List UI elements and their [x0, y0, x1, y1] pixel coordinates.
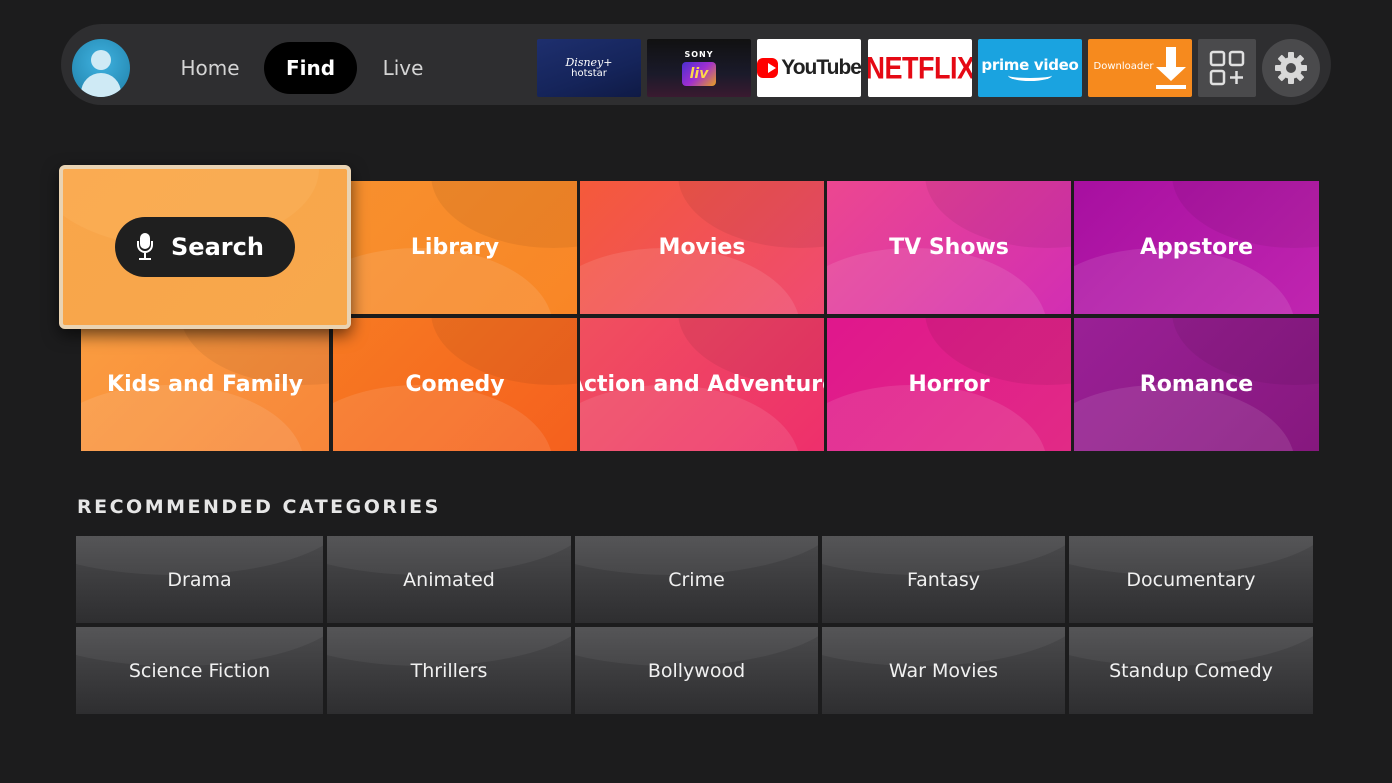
microphone-icon [137, 233, 153, 261]
sonyliv-logo-liv: liv [682, 62, 716, 86]
category-action-and-adventure[interactable]: Action and Adventure [580, 318, 824, 451]
recommended-heading: RECOMMENDED CATEGORIES [77, 496, 441, 518]
category-label: Library [410, 235, 500, 260]
youtube-play-icon [757, 58, 779, 78]
recommended-item-documentary[interactable]: Documentary [1069, 536, 1313, 623]
category-horror[interactable]: Horror [827, 318, 1071, 451]
category-label: Comedy [405, 372, 505, 397]
category-movies[interactable]: Movies [580, 181, 824, 314]
all-apps-button[interactable] [1198, 39, 1256, 97]
category-romance[interactable]: Romance [1074, 318, 1319, 451]
app-prime-video[interactable]: prime video [978, 39, 1082, 97]
app-sonyliv[interactable]: SONY liv [647, 39, 751, 97]
gear-icon [1275, 52, 1307, 84]
recommended-label: Fantasy [906, 568, 981, 591]
downloader-logo-text: Downloader [1093, 60, 1154, 72]
recommended-label: Documentary [1126, 568, 1256, 591]
category-library[interactable]: Library [333, 181, 577, 314]
recommended-item-fantasy[interactable]: Fantasy [822, 536, 1065, 623]
profile-avatar[interactable] [72, 39, 130, 97]
category-label: TV Shows [889, 235, 1009, 260]
youtube-logo-text: YouTube [781, 56, 861, 79]
hotstar-logo-line1: Disney+ [565, 55, 613, 69]
apps-grid-icon [1209, 50, 1245, 86]
recommended-item-standup-comedy[interactable]: Standup Comedy [1069, 627, 1313, 714]
category-label: Horror [908, 372, 990, 397]
recommended-label: Crime [668, 568, 725, 591]
search-tile[interactable]: Search [59, 165, 351, 329]
category-label: Action and Adventure [580, 372, 824, 397]
category-tv-shows[interactable]: TV Shows [827, 181, 1071, 314]
app-disney-hotstar[interactable]: Disney+ hotstar [537, 39, 641, 97]
nav-home[interactable]: Home [168, 42, 252, 94]
search-label: Search [171, 233, 264, 261]
category-label: Appstore [1139, 235, 1254, 260]
category-kids-and-family[interactable]: Kids and Family [81, 318, 329, 451]
category-appstore[interactable]: Appstore [1074, 181, 1319, 314]
avatar-body [81, 73, 121, 97]
recommended-label: Drama [167, 568, 232, 591]
category-label: Romance [1139, 372, 1254, 397]
recommended-item-war-movies[interactable]: War Movies [822, 627, 1065, 714]
nav-live[interactable]: Live [370, 42, 436, 94]
recommended-item-thrillers[interactable]: Thrillers [327, 627, 571, 714]
netflix-logo-text: NETFLIX [868, 50, 972, 85]
recommended-item-crime[interactable]: Crime [575, 536, 818, 623]
app-youtube[interactable]: YouTube [757, 39, 861, 97]
download-arrow-icon [1156, 47, 1187, 89]
recommended-label: Animated [403, 568, 495, 591]
recommended-item-bollywood[interactable]: Bollywood [575, 627, 818, 714]
app-netflix[interactable]: NETFLIX [868, 39, 972, 97]
avatar-head [91, 50, 111, 70]
prime-smile-icon [1008, 70, 1052, 81]
sonyliv-logo-sony: SONY [684, 50, 714, 59]
recommended-item-drama[interactable]: Drama [76, 536, 323, 623]
hotstar-logo-line2: hotstar [571, 67, 607, 79]
search-button[interactable]: Search [115, 217, 295, 277]
recommended-label: Science Fiction [128, 659, 271, 682]
settings-button[interactable] [1262, 39, 1320, 97]
app-downloader[interactable]: Downloader [1088, 39, 1192, 97]
category-label: Movies [658, 235, 746, 260]
recommended-label: Standup Comedy [1109, 659, 1273, 682]
recommended-label: Bollywood [647, 659, 746, 682]
recommended-label: War Movies [888, 659, 999, 682]
recommended-label: Thrillers [410, 659, 488, 682]
category-label: Kids and Family [107, 372, 303, 397]
nav-find[interactable]: Find [264, 42, 357, 94]
category-comedy[interactable]: Comedy [333, 318, 577, 451]
recommended-item-science-fiction[interactable]: Science Fiction [76, 627, 323, 714]
recommended-item-animated[interactable]: Animated [327, 536, 571, 623]
